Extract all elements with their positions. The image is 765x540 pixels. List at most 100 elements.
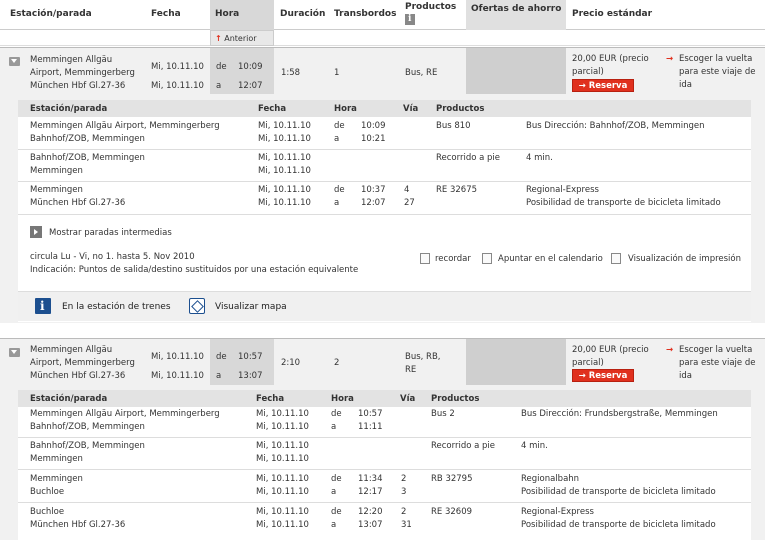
leg-station: Memmingen Allgäu Airport, Memmingerberg	[30, 121, 220, 131]
header-offers: Ofertas de ahorro	[471, 4, 562, 14]
leg-date: Mi, 10.11.10	[256, 507, 309, 517]
leg-time: 12:17	[358, 487, 383, 497]
header-date: Fecha	[151, 9, 181, 19]
header-price: Precio estándar	[572, 9, 653, 19]
conn2-from-l2: Airport, Memmingerberg	[30, 358, 135, 368]
leg-station: Memmingen Allgäu Airport, Memmingerberg	[30, 409, 220, 419]
remember-link[interactable]: recordar	[435, 254, 471, 264]
conn1-choose-l1[interactable]: Escoger la vuelta	[679, 54, 752, 64]
conn1-choose-l2[interactable]: para este viaje de	[679, 67, 755, 77]
map-icon[interactable]	[189, 298, 205, 314]
show-map-link[interactable]: Visualizar mapa	[215, 302, 287, 312]
leg-label: a	[331, 422, 337, 432]
conn1-duration: 1:58	[281, 68, 301, 78]
arrow-right-icon: →	[666, 345, 674, 355]
choose-return-link[interactable]: →	[666, 345, 673, 355]
conn2-date-dep: Mi, 10.11.10	[151, 352, 204, 362]
leg-time: 13:07	[358, 520, 383, 530]
print-icon[interactable]	[611, 253, 621, 264]
calendar-link[interactable]: Apuntar en el calendario	[498, 254, 603, 264]
leg-product: Recorrido a pie	[431, 441, 496, 451]
conn2-arr-label: a	[216, 371, 222, 381]
leg-product[interactable]: RE 32609	[431, 507, 472, 517]
arrow-right-icon: →	[666, 54, 674, 64]
leg-station: Bahnhof/ZOB, Memmingen	[30, 422, 145, 432]
details-header: Estación/parada Fecha Hora Vía Productos	[18, 100, 751, 117]
header-time: Hora	[215, 9, 240, 19]
leg-info: Bus Dirección: Bahnhof/ZOB, Memmingen	[526, 121, 705, 131]
leg-info: Posibilidad de transporte de bicicleta l…	[526, 198, 721, 208]
header-duration: Duración	[280, 9, 326, 19]
leg-station: Memmingen	[30, 166, 83, 176]
print-link[interactable]: Visualización de impresión	[628, 254, 741, 264]
conn2-choose-l2[interactable]: para este viaje de	[679, 358, 755, 368]
conn2-transfers: 2	[334, 358, 340, 368]
service-note: circula Lu - Vi, no 1. hasta 5. Nov 2010	[30, 252, 195, 262]
leg-station: Bahnhof/ZOB, Memmingen	[30, 153, 145, 163]
conn1-products: Bus, RE	[405, 68, 438, 78]
show-intermediate-stops[interactable]: Mostrar paradas intermedias	[49, 228, 172, 238]
leg-station: München Hbf Gl.27-36	[30, 198, 126, 208]
leg-label: a	[334, 198, 340, 208]
leg-station: Buchloe	[30, 507, 65, 517]
conn2-choose-l1[interactable]: Escoger la vuelta	[679, 345, 752, 355]
conn2-date-arr: Mi, 10.11.10	[151, 371, 204, 381]
leg-label: a	[334, 134, 340, 144]
leg-time: 11:11	[358, 422, 383, 432]
leg-station: Memmingen	[30, 454, 83, 464]
leg-product[interactable]: Bus 810	[436, 121, 471, 131]
reserve-button[interactable]: → Reserva	[572, 369, 634, 382]
remember-icon[interactable]	[420, 253, 430, 264]
conn2-to: München Hbf Gl.27-36	[30, 371, 126, 381]
reserve-button[interactable]: → Reserva	[572, 79, 634, 92]
header-products: Productos	[405, 2, 457, 12]
leg-product[interactable]: Bus 2	[431, 409, 455, 419]
leg-time: 12:20	[358, 507, 383, 517]
collapse-toggle-icon[interactable]	[9, 57, 20, 66]
anterior-link[interactable]: ↑ Anterior	[210, 30, 274, 46]
anterior-row	[0, 30, 765, 46]
conn2-products-l2: RE	[405, 365, 417, 375]
leg-platform: 2	[401, 474, 407, 484]
leg-product[interactable]: RB 32795	[431, 474, 472, 484]
conn2-choose-l3[interactable]: ida	[679, 371, 692, 381]
leg-label: de	[331, 474, 342, 484]
collapse-toggle-icon[interactable]	[9, 348, 20, 357]
leg-time: 10:57	[358, 409, 383, 419]
leg-info: 4 min.	[526, 153, 553, 163]
leg-date: Mi, 10.11.10	[258, 198, 311, 208]
conn1-from-l2: Airport, Memmingerberg	[30, 68, 135, 78]
leg-date: Mi, 10.11.10	[258, 134, 311, 144]
leg-info: Regional-Express	[526, 185, 599, 195]
leg-info: Bus Dirección: Frundsbergstraße, Memming…	[521, 409, 718, 419]
at-station-link[interactable]: En la estación de trenes	[62, 302, 171, 312]
leg-label: de	[334, 121, 345, 131]
conn1-choose-l3[interactable]: ida	[679, 80, 692, 90]
leg-product[interactable]: RE 32675	[436, 185, 477, 195]
divider	[18, 149, 751, 150]
leg-date: Mi, 10.11.10	[256, 441, 309, 451]
choose-return-link[interactable]: →	[666, 54, 673, 64]
leg-info: Regionalbahn	[521, 474, 580, 484]
leg-date: Mi, 10.11.10	[258, 166, 311, 176]
indication-note: Indicación: Puntos de salida/destino sus…	[30, 265, 359, 275]
conn2-price-l2: parcial)	[572, 358, 604, 368]
arrow-right-icon: →	[578, 371, 586, 381]
conn2-products-l1: Bus, RB,	[405, 352, 441, 362]
leg-date: Mi, 10.11.10	[258, 153, 311, 163]
leg-date: Mi, 10.11.10	[256, 422, 309, 432]
calendar-icon[interactable]	[482, 253, 492, 264]
station-info-icon[interactable]	[35, 298, 51, 314]
conn1-dep-label: de	[216, 62, 227, 72]
conn1-price-l2: parcial)	[572, 67, 604, 77]
conn2-offers-cell	[466, 339, 566, 385]
conn1-price-l1: 20,00 EUR (precio	[572, 54, 649, 64]
conn2-price-l1: 20,00 EUR (precio	[572, 345, 649, 355]
conn1-offers-cell	[466, 48, 566, 94]
expand-arrow-icon[interactable]	[30, 226, 42, 238]
leg-info: Posibilidad de transporte de bicicleta l…	[521, 520, 716, 530]
leg-label: de	[331, 507, 342, 517]
products-info-icon[interactable]: i	[405, 14, 415, 25]
conn2-details: Estación/parada Fecha Hora Vía Productos…	[18, 390, 751, 540]
leg-time: 10:21	[361, 134, 386, 144]
